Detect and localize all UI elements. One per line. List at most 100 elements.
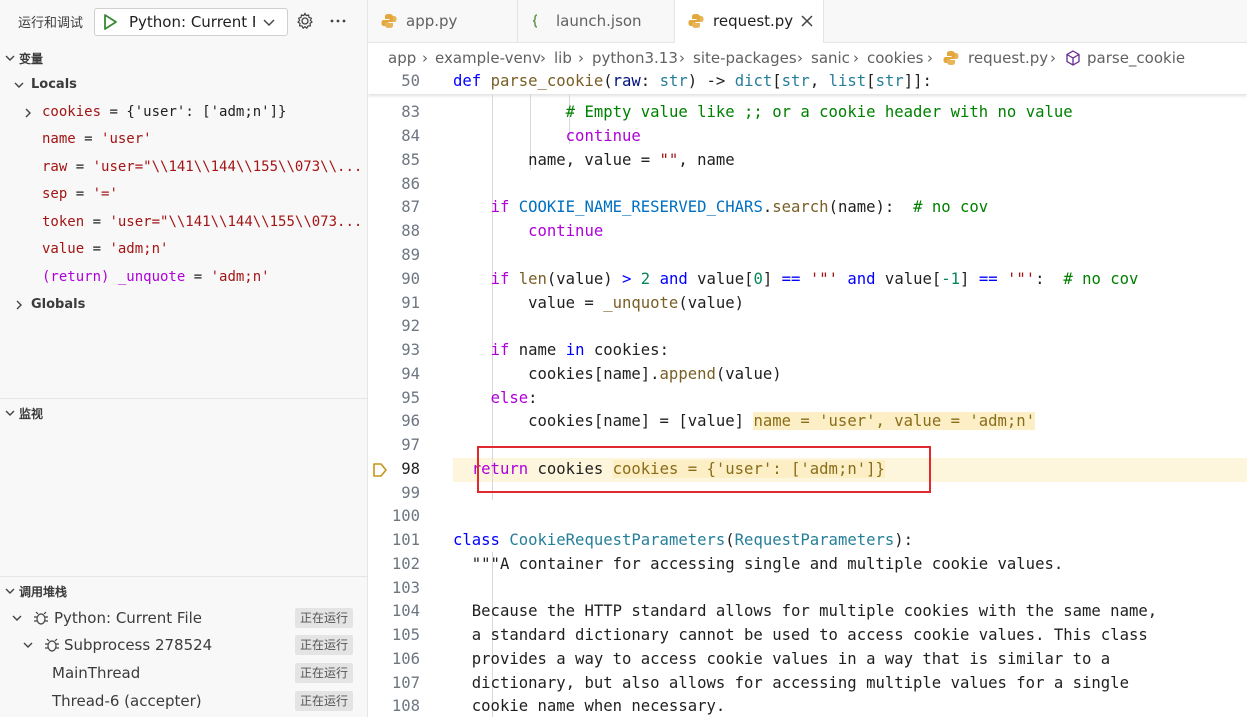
sticky-scroll-header[interactable]: 50 def parse_cookie(raw: str) -> dict[st… [368, 70, 1247, 94]
code-text: provides a way to access cookie values i… [471, 650, 1111, 668]
code-text: Because the HTTP standard allows for mul… [471, 602, 1158, 620]
code-text: cookies[name] = [value] name = 'user', v… [453, 412, 1036, 430]
start-debugging-icon[interactable] [101, 13, 119, 31]
debug-toolbar: 运行和调试 Python: Current Fi [0, 0, 367, 42]
breadcrumb-item[interactable]: lib [554, 49, 572, 67]
tab-app-py[interactable]: app.py [368, 0, 518, 42]
code-line: 92 [368, 315, 1247, 339]
callstack-thread[interactable]: Thread-6 (accepter) 正在运行 [0, 688, 367, 714]
variable-name: token [42, 214, 85, 230]
variables-section-title: 变量 [19, 52, 44, 66]
breadcrumb-item[interactable]: cookies [867, 49, 924, 67]
variable-row[interactable]: name = 'user' [0, 128, 367, 152]
python-file-icon [943, 51, 959, 65]
globals-scope[interactable]: Globals [0, 294, 367, 316]
code-text: def parse_cookie(raw: str) -> dict[str, … [453, 72, 932, 90]
line-number: 87 [401, 198, 420, 216]
variable-row[interactable]: cookies = {'user': ['adm;n']} [0, 101, 367, 125]
variable-value: 'user' [101, 131, 152, 147]
breadcrumb-separator: › [578, 49, 584, 67]
locals-scope[interactable]: Locals [0, 74, 367, 96]
variable-equals: = [84, 241, 110, 257]
chevron-down-icon [5, 588, 15, 594]
current-frame-arrow-icon[interactable] [371, 461, 389, 479]
variable-row[interactable]: value = 'adm;n' [0, 238, 367, 262]
code-text: """A container for accessing single and … [471, 555, 1064, 573]
breadcrumb-item[interactable]: site-packages [693, 49, 797, 67]
tab-launch-json[interactable]: launch.json [518, 0, 675, 42]
more-actions-icon[interactable] [328, 12, 348, 30]
chevron-down-icon [14, 82, 24, 88]
code-line: 95 else: [368, 387, 1247, 411]
breadcrumb-separator: › [422, 49, 428, 67]
variable-equals: = [185, 269, 211, 285]
line-number: 91 [401, 294, 420, 312]
breadcrumb-item[interactable]: app [388, 49, 416, 67]
line-number: 92 [401, 317, 420, 335]
breadcrumb-item[interactable]: request.py [968, 49, 1048, 67]
code-line: 93 if name in cookies: [368, 339, 1247, 363]
code-line: 91 value = _unquote(value) [368, 292, 1247, 316]
variables-section-header[interactable]: 变量 [0, 47, 367, 69]
callstack-thread[interactable]: MainThread 正在运行 [0, 660, 367, 686]
status-badge: 正在运行 [295, 608, 353, 628]
line-number: 105 [391, 626, 420, 644]
line-number: 94 [401, 365, 420, 383]
breadcrumb-item[interactable]: parse_cookie [1087, 49, 1185, 67]
callstack-section-title: 调用堆栈 [19, 585, 68, 599]
code-text: name, value = "", name [453, 151, 735, 169]
variable-equals: = [67, 186, 93, 202]
variable-name: value [42, 241, 85, 257]
callstack-section-header[interactable]: 调用堆栈 [0, 580, 367, 602]
code-text: value = _unquote(value) [453, 294, 745, 312]
callstack-label: Thread-6 (accepter) [52, 692, 202, 710]
line-number: 89 [401, 246, 420, 264]
status-badge: 正在运行 [295, 635, 353, 655]
launch-config-select[interactable]: Python: Current Fi [94, 8, 288, 36]
locals-label: Locals [31, 77, 77, 92]
line-number: 85 [401, 151, 420, 169]
line-number: 101 [391, 531, 420, 549]
callstack-session[interactable]: Python: Current File 正在运行 [0, 605, 367, 631]
code-line: 86 [368, 173, 1247, 197]
variable-value: 'user="\\141\\144\\155\\073\\... [92, 159, 363, 175]
line-number: 99 [401, 484, 420, 502]
variable-value: {'user': ['adm;n']} [126, 104, 287, 120]
code-line: 84 continue [368, 125, 1247, 149]
callstack-session[interactable]: Subprocess 278524 正在运行 [0, 632, 367, 658]
debug-bug-icon [34, 611, 48, 625]
code-text: if len(value) > 2 and value[0] == '"' an… [490, 270, 1139, 288]
editor-area: app.py launch.json request.py app › exam… [368, 0, 1247, 717]
line-number: 90 [401, 270, 420, 288]
chevron-down-icon [263, 19, 275, 26]
line-number: 83 [401, 103, 420, 121]
variable-row[interactable]: (return) _unquote = 'adm;n' [0, 266, 367, 290]
breadcrumb-item[interactable]: example-venv [435, 49, 541, 67]
watch-section-header[interactable]: 监视 [0, 402, 367, 424]
inline-debug-value: name = 'user', value = 'adm;n' [753, 412, 1036, 430]
variable-row[interactable]: sep = '=' [0, 183, 367, 207]
breadcrumb-separator: › [540, 49, 546, 67]
line-number: 88 [401, 222, 420, 240]
debug-view-title: 运行和调试 [18, 16, 84, 31]
breadcrumb-item[interactable]: sanic [811, 49, 850, 67]
variable-row[interactable]: token = 'user="\\141\\144\\155\\073... [0, 211, 367, 235]
chevron-down-icon [5, 55, 15, 61]
callstack-label: Python: Current File [54, 609, 203, 627]
breadcrumb-item[interactable]: python3.13 [592, 49, 678, 67]
line-number: 96 [401, 412, 420, 430]
code-line: 96 cookies[name] = [value] name = 'user'… [368, 410, 1247, 434]
tab-request-py[interactable]: request.py [675, 0, 824, 43]
close-icon[interactable] [799, 13, 815, 29]
callstack-label: Subprocess 278524 [64, 636, 213, 654]
variable-value: '=' [92, 186, 118, 202]
code-line: 50 def parse_cookie(raw: str) -> dict[st… [368, 70, 1247, 94]
variable-row[interactable]: raw = 'user="\\141\\144\\155\\073\\... [0, 156, 367, 180]
code-line: 87 if COOKIE_NAME_RESERVED_CHARS.search(… [368, 196, 1247, 220]
breadcrumb-separator: › [1050, 49, 1056, 67]
code-line: 88 continue [368, 220, 1247, 244]
code-text: if COOKIE_NAME_RESERVED_CHARS.search(nam… [490, 198, 989, 216]
code-line: 108 cookie name when necessary. [368, 695, 1247, 717]
code-line: 106 provides a way to access cookie valu… [368, 648, 1247, 672]
gear-icon[interactable] [296, 12, 314, 30]
